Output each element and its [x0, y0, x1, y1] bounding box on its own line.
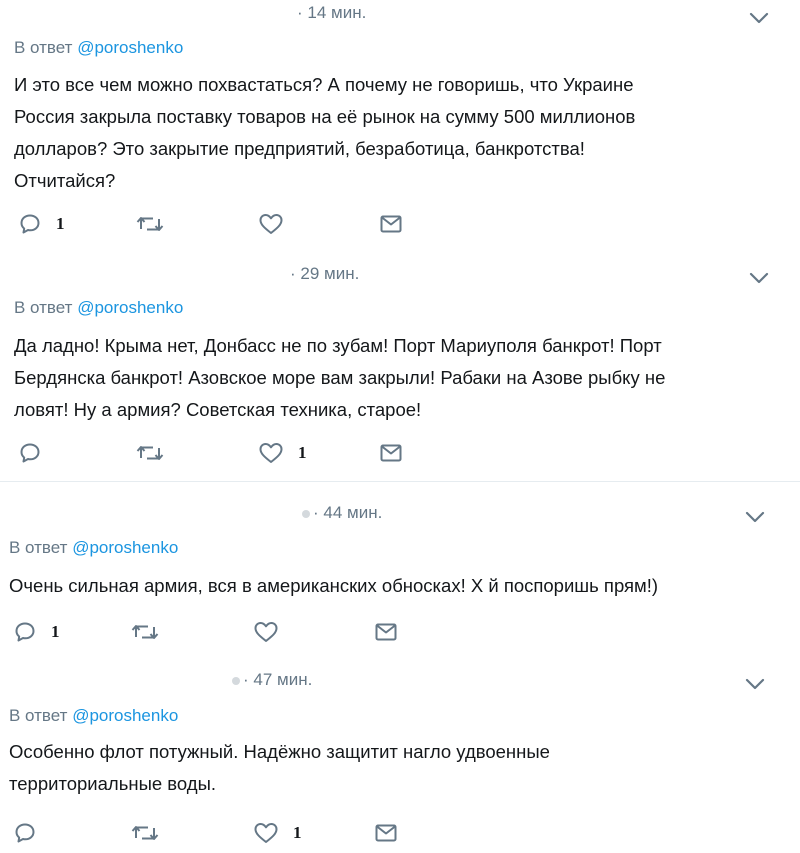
tweet-actions: 1	[18, 209, 438, 239]
tweet-text-line: И это все чем можно похвастаться? А поче…	[14, 74, 634, 95]
tweet-actions: 1	[13, 617, 433, 647]
tweet-time[interactable]: · 44 мин.	[313, 503, 382, 523]
heart-icon	[259, 443, 283, 463]
envelope-icon	[375, 824, 397, 842]
tweet-time[interactable]: · 29 мин.	[290, 264, 359, 284]
chevron-down-icon[interactable]	[748, 271, 770, 285]
heart-icon	[259, 214, 283, 234]
envelope-icon	[375, 623, 397, 641]
reply-to-handle[interactable]: @poroshenko	[77, 298, 183, 317]
tweet-text: И это все чем можно похвастаться? А поче…	[14, 69, 635, 197]
retweet-button[interactable]	[130, 617, 174, 647]
tweet-text-line: Отчитайся?	[14, 170, 116, 191]
heart-icon	[254, 622, 278, 642]
reply-icon	[20, 443, 40, 463]
reply-to-handle[interactable]: @poroshenko	[77, 38, 183, 57]
direct-message-button[interactable]	[379, 209, 403, 239]
chevron-down-icon[interactable]	[744, 677, 766, 691]
retweet-icon	[131, 826, 159, 840]
retweet-icon	[136, 217, 164, 231]
reply-to-label: В ответ	[14, 38, 73, 57]
reply-to-line: В ответ @poroshenko	[14, 38, 183, 58]
tweet-text-line: Россия закрыла поставку товаров на её ры…	[14, 106, 636, 127]
tweet[interactable]: · 29 мин. В ответ @poroshenko Да ладно! …	[0, 258, 800, 480]
chevron-down-icon[interactable]	[748, 11, 770, 25]
tweet-text-line: Очень сильная армия, вся в американских …	[9, 575, 659, 596]
tweet-text-line: территориальные воды.	[9, 773, 217, 794]
like-count: 1	[298, 443, 307, 462]
like-button[interactable]	[258, 209, 298, 239]
like-button[interactable]	[253, 617, 293, 647]
tweet-time[interactable]: · 47 мин.	[243, 670, 312, 690]
tweet-text: Да ладно! Крыма нет, Донбасс не по зубам…	[14, 330, 665, 426]
tweet-text: Особенно флот потужный. Надёжно защитит …	[9, 736, 550, 800]
direct-message-button[interactable]	[374, 818, 398, 848]
retweet-icon	[136, 446, 164, 460]
tweet[interactable]: · 14 мин. В ответ @poroshenko И это все …	[0, 0, 800, 258]
tweet-actions: 1	[18, 438, 438, 468]
redacted-mark	[232, 677, 240, 685]
reply-icon	[15, 622, 35, 642]
reply-to-line: В ответ @poroshenko	[9, 706, 178, 726]
tweet-text-line: Особенно флот потужный. Надёжно защитит …	[9, 741, 550, 762]
tweet[interactable]: · 44 мин. В ответ @poroshenko Очень силь…	[0, 486, 800, 658]
redacted-mark	[302, 510, 310, 518]
direct-message-button[interactable]	[374, 617, 398, 647]
retweet-icon	[131, 625, 159, 639]
reply-count: 1	[51, 622, 60, 641]
like-button[interactable]: 1	[253, 818, 302, 848]
reply-to-handle[interactable]: @poroshenko	[72, 706, 178, 725]
reply-icon	[15, 823, 35, 843]
reply-to-handle[interactable]: @poroshenko	[72, 538, 178, 557]
tweet-divider	[0, 481, 800, 482]
reply-to-label: В ответ	[9, 706, 68, 725]
reply-to-label: В ответ	[9, 538, 68, 557]
reply-to-line: В ответ @poroshenko	[9, 538, 178, 558]
retweet-button[interactable]	[135, 438, 179, 468]
tweet-text-line: долларов? Это закрытие предприятий, безр…	[14, 138, 585, 159]
heart-icon	[254, 823, 278, 843]
reply-count: 1	[56, 214, 65, 233]
tweet-text-line: ловят! Ну а армия? Советская техника, ст…	[14, 399, 422, 420]
reply-button[interactable]: 1	[13, 617, 60, 647]
tweet-actions: 1	[13, 818, 433, 848]
reply-button[interactable]	[18, 438, 56, 468]
like-button[interactable]: 1	[258, 438, 307, 468]
retweet-button[interactable]	[135, 209, 179, 239]
reply-to-line: В ответ @poroshenko	[14, 298, 183, 318]
envelope-icon	[380, 444, 402, 462]
direct-message-button[interactable]	[379, 438, 403, 468]
chevron-down-icon[interactable]	[744, 510, 766, 524]
tweet-text-line: Бердянска банкрот! Азовское море вам зак…	[14, 367, 666, 388]
reply-button[interactable]	[13, 818, 51, 848]
tweet-text: Очень сильная армия, вся в американских …	[9, 570, 658, 602]
tweet-time[interactable]: · 14 мин.	[297, 3, 366, 23]
like-count: 1	[293, 823, 302, 842]
tweet-text-line: Да ладно! Крыма нет, Донбасс не по зубам…	[14, 335, 662, 356]
reply-icon	[20, 214, 40, 234]
envelope-icon	[380, 215, 402, 233]
retweet-button[interactable]	[130, 818, 174, 848]
tweet[interactable]: · 47 мин. В ответ @poroshenko Особенно ф…	[0, 658, 800, 853]
reply-button[interactable]: 1	[18, 209, 65, 239]
reply-to-label: В ответ	[14, 298, 73, 317]
